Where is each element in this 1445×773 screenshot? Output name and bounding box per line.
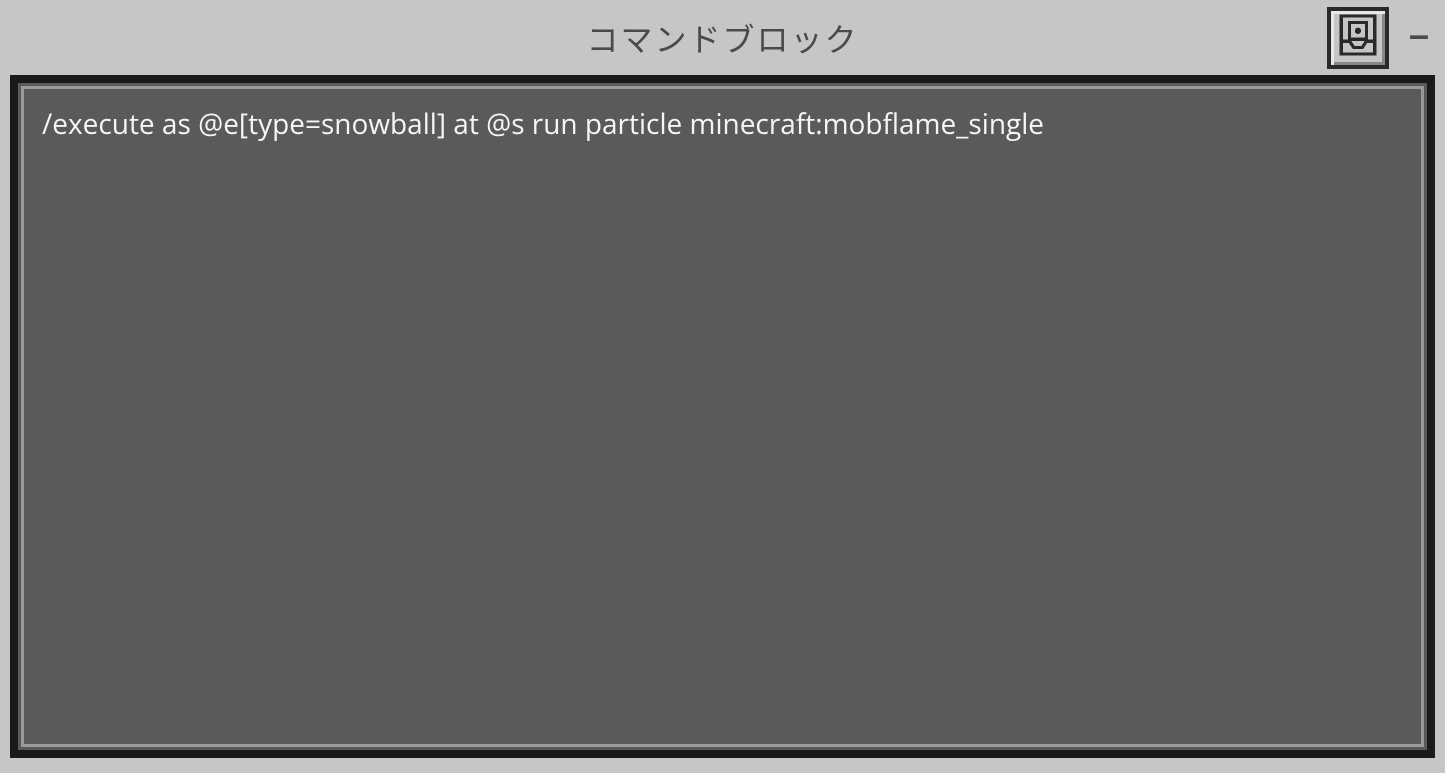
command-input-area[interactable]	[21, 86, 1424, 747]
page-title: コマンドブロック	[586, 15, 858, 61]
output-tray-button[interactable]	[1327, 7, 1389, 69]
header-controls: –	[1327, 7, 1429, 69]
header-bar: コマンドブロック –	[0, 0, 1445, 75]
output-tray-icon	[1337, 14, 1379, 61]
minimize-button[interactable]: –	[1409, 17, 1429, 59]
command-input-frame	[10, 75, 1435, 758]
command-input[interactable]	[42, 105, 1403, 728]
